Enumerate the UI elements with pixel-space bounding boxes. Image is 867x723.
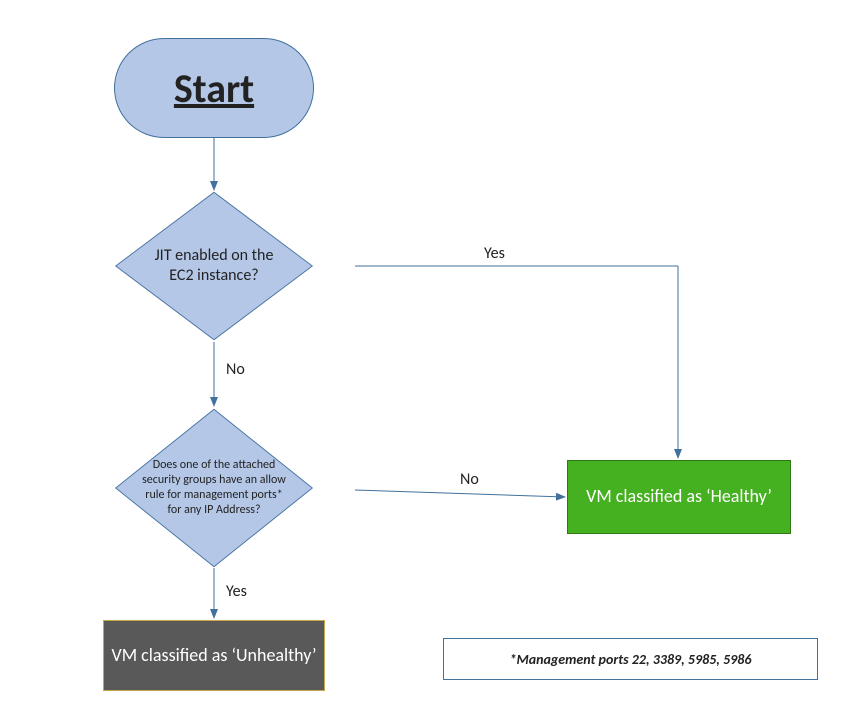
result-unhealthy: VM classified as ‘Unhealthy’ xyxy=(103,620,325,691)
result-unhealthy-label: VM classified as ‘Unhealthy’ xyxy=(112,644,317,667)
start-node: Start xyxy=(114,38,314,138)
decision-security-group-label: Does one of the attached security groups… xyxy=(114,458,314,518)
edge-label-d2-no: No xyxy=(460,470,479,489)
decision-jit-label: JIT enabled on the EC2 instance? xyxy=(114,246,314,286)
footnote: *Management ports 22, 3389, 5985, 5986 xyxy=(443,638,818,680)
edge-label-d1-yes: Yes xyxy=(484,244,505,263)
decision-security-group: Does one of the attached security groups… xyxy=(114,408,314,568)
footnote-label: *Management ports 22, 3389, 5985, 5986 xyxy=(510,651,752,668)
edge-label-d2-yes: Yes xyxy=(226,582,247,601)
decision-jit: JIT enabled on the EC2 instance? xyxy=(114,191,314,341)
result-healthy: VM classified as ‘Healthy’ xyxy=(567,460,791,534)
edge-label-d1-no: No xyxy=(226,360,245,379)
start-label: Start xyxy=(174,64,254,113)
result-healthy-label: VM classified as ‘Healthy’ xyxy=(586,485,772,508)
